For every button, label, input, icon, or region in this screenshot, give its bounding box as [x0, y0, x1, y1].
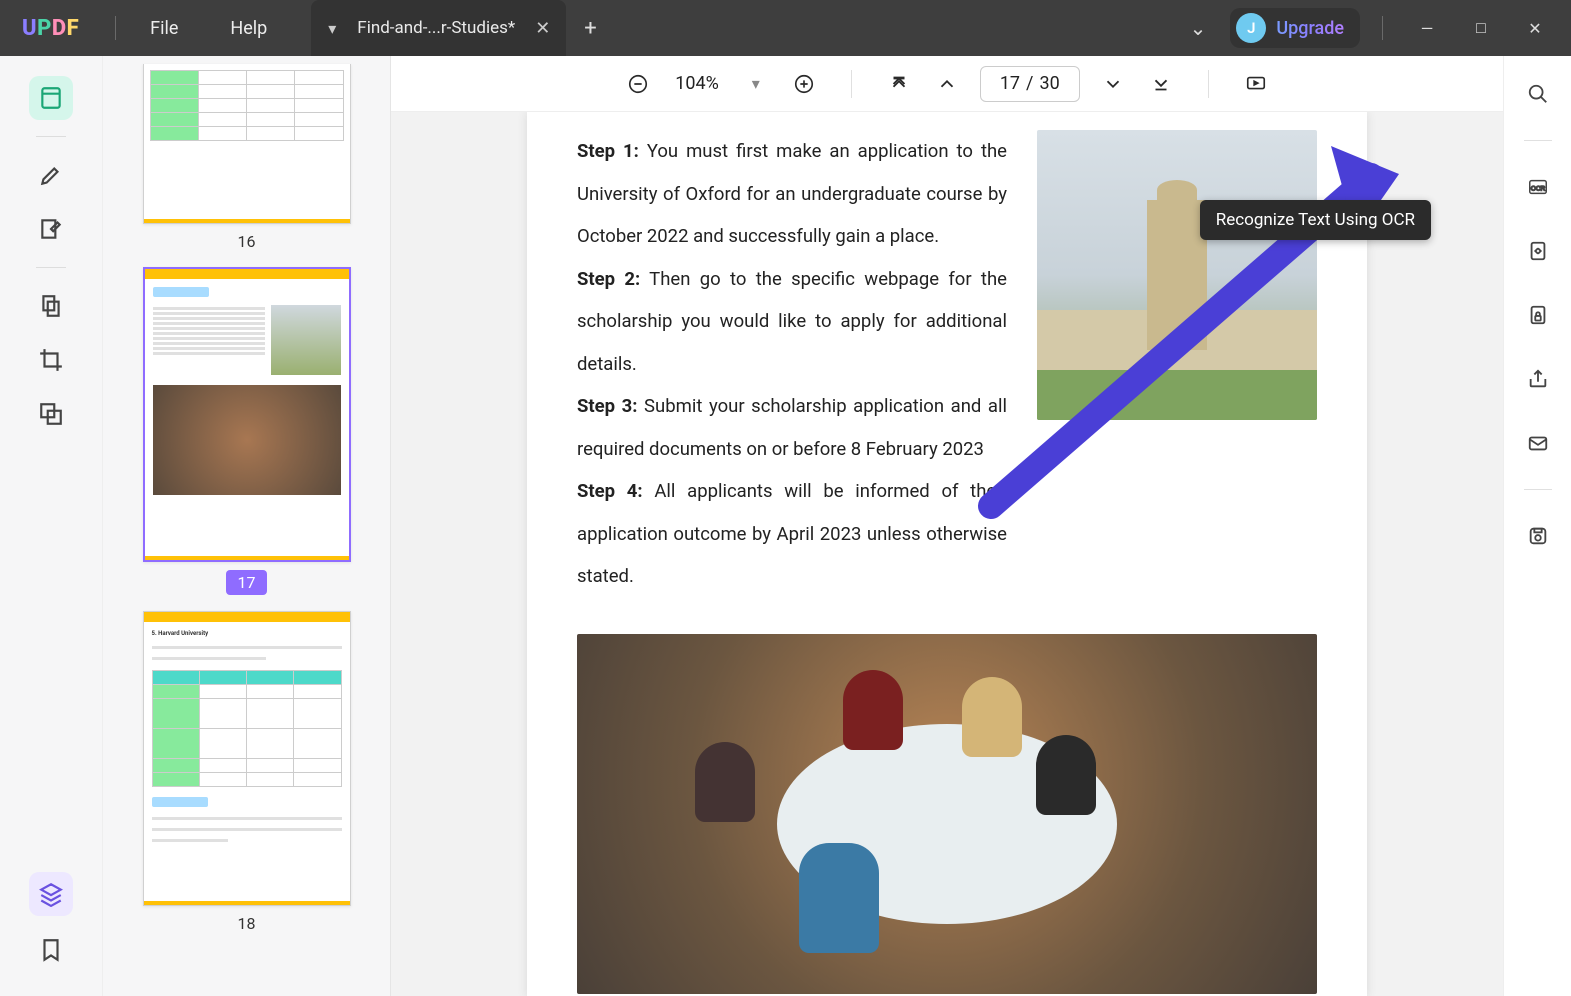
app-logo: UPDF	[22, 16, 79, 41]
thumbnail-page-17[interactable]	[143, 267, 351, 562]
presentation-button[interactable]	[1241, 69, 1271, 99]
zoom-out-button[interactable]	[623, 69, 653, 99]
zoom-dropdown-icon[interactable]: ▾	[741, 69, 771, 99]
layers-tool[interactable]	[29, 872, 73, 916]
title-bar: UPDF File Help ▾ Find-and-...r-Studies* …	[0, 0, 1571, 56]
reader-tool[interactable]	[29, 76, 73, 120]
crop-tool[interactable]	[29, 338, 73, 382]
pdf-page: Step 1: You must first make an applicati…	[527, 112, 1367, 996]
window-close-icon[interactable]: ✕	[1513, 10, 1557, 46]
first-page-button[interactable]	[884, 69, 914, 99]
compare-tool[interactable]	[29, 392, 73, 436]
right-tool-rail: OCR	[1503, 56, 1571, 996]
thumbnail-label-18: 18	[238, 914, 256, 933]
edit-tool[interactable]	[29, 207, 73, 251]
bookmark-tool[interactable]	[29, 928, 73, 972]
tabs-overflow-icon[interactable]: ⌄	[1180, 10, 1217, 46]
thumbnail-page-18[interactable]: 5. Harvard University	[143, 611, 351, 906]
tab-title: Find-and-...r-Studies*	[357, 18, 515, 38]
upgrade-button[interactable]: J Upgrade	[1230, 8, 1360, 48]
thumbnail-label-16: 16	[238, 232, 256, 251]
new-tab-button[interactable]: +	[584, 16, 596, 41]
total-pages: 30	[1039, 73, 1059, 94]
ocr-tooltip: Recognize Text Using OCR	[1200, 200, 1431, 240]
tab-dropdown-icon[interactable]: ▾	[321, 17, 343, 39]
organize-pages-tool[interactable]	[29, 284, 73, 328]
highlighter-tool[interactable]	[29, 153, 73, 197]
zoom-level: 104%	[671, 73, 723, 94]
window-maximize-icon[interactable]: □	[1459, 10, 1503, 46]
convert-button[interactable]	[1520, 233, 1556, 269]
thumbnail-panel[interactable]: 16 17	[103, 56, 391, 996]
thumbnail-label-17: 17	[226, 570, 268, 595]
search-button[interactable]	[1520, 76, 1556, 112]
view-toolbar: 104% ▾ 17 / 30	[391, 56, 1503, 112]
protect-button[interactable]	[1520, 297, 1556, 333]
page-image-students	[577, 634, 1317, 994]
ocr-button[interactable]: OCR	[1520, 169, 1556, 205]
menu-help[interactable]: Help	[204, 18, 293, 39]
tab-close-icon[interactable]: ✕	[535, 18, 550, 39]
svg-text:OCR: OCR	[1530, 186, 1545, 193]
save-button[interactable]	[1520, 518, 1556, 554]
page-image-oxford	[1037, 130, 1317, 420]
document-tab[interactable]: ▾ Find-and-...r-Studies* ✕	[311, 0, 566, 56]
zoom-in-button[interactable]	[789, 69, 819, 99]
page-indicator[interactable]: 17 / 30	[980, 66, 1080, 102]
menu-file[interactable]: File	[124, 18, 204, 39]
page-text-content: Step 1: You must first make an applicati…	[577, 130, 1007, 598]
upgrade-label: Upgrade	[1276, 18, 1344, 39]
left-tool-rail	[0, 56, 103, 996]
current-page: 17	[1000, 73, 1020, 94]
window-minimize-icon[interactable]: —	[1405, 10, 1449, 46]
last-page-button[interactable]	[1146, 69, 1176, 99]
thumbnail-page-16[interactable]	[143, 64, 351, 224]
share-button[interactable]	[1520, 361, 1556, 397]
email-button[interactable]	[1520, 425, 1556, 461]
user-avatar: J	[1236, 13, 1266, 43]
next-page-button[interactable]	[1098, 69, 1128, 99]
prev-page-button[interactable]	[932, 69, 962, 99]
document-viewport[interactable]: Step 1: You must first make an applicati…	[391, 112, 1503, 996]
